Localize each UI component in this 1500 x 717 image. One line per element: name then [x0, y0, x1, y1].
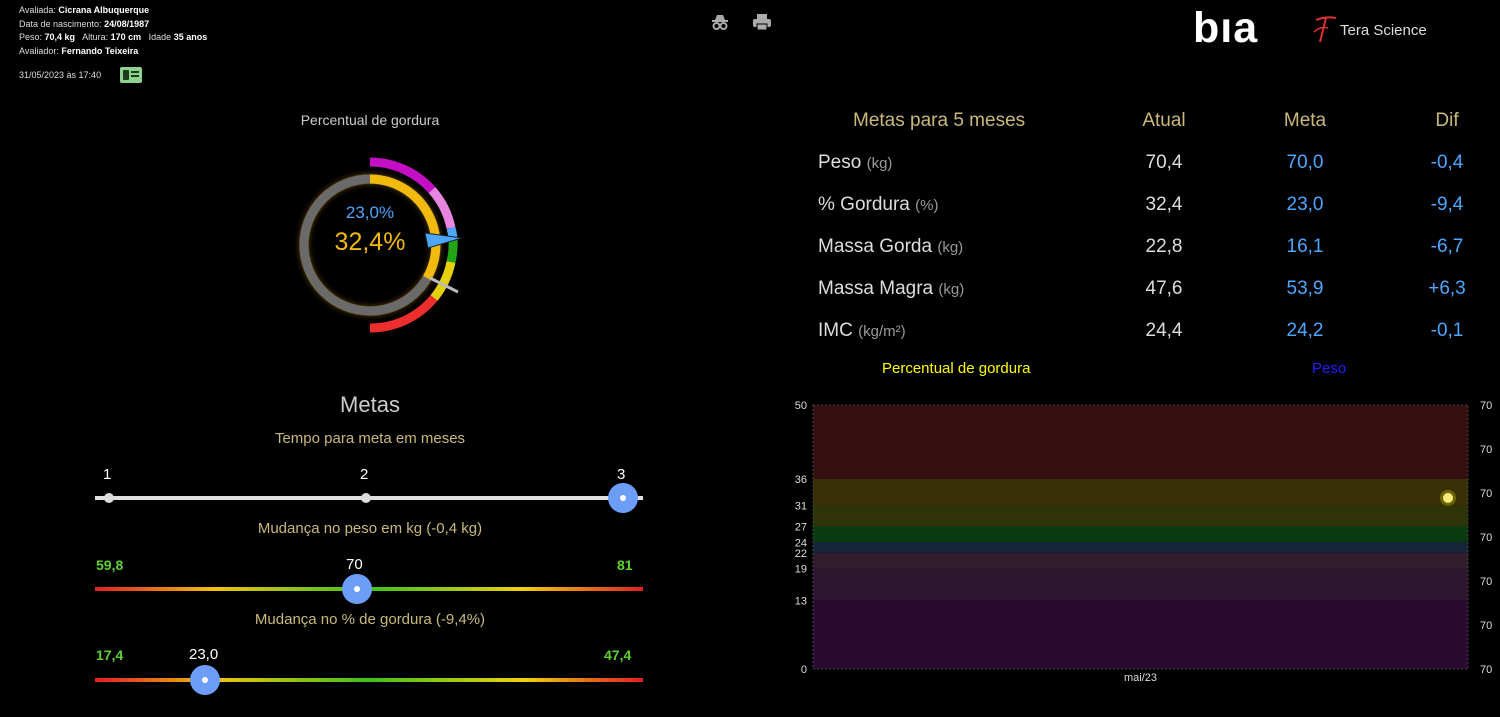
gordura-min: 17,4: [96, 647, 124, 663]
y-left-tick-label: 19: [795, 564, 807, 576]
goals-row-atual: 24,4: [1145, 320, 1183, 341]
evaluator-name: Fernando Teixeira: [61, 45, 139, 56]
tera-science-logo-mark: [1312, 14, 1338, 44]
goals-row-meta: 24,2: [1286, 320, 1324, 341]
tempo-label: Tempo para meta em meses: [274, 430, 466, 447]
y-left-tick-label: 22: [795, 548, 807, 560]
peso-max: 81: [617, 557, 633, 573]
goals-row-label: % Gordura (%): [818, 194, 939, 215]
chart-band: [813, 552, 1468, 569]
goals-row-label: Massa Magra (kg): [818, 278, 965, 299]
tempo-tick-3: 3: [617, 466, 626, 483]
y-left-tick-label: 13: [795, 595, 807, 607]
y-left-tick-label: 36: [795, 474, 807, 486]
chart-band: [813, 526, 1468, 543]
tempo-tick-2: 2: [360, 466, 369, 483]
gordura-label: Mudança no % de gordura (-9,4%): [254, 611, 486, 628]
chart-band: [813, 600, 1468, 669]
gauge-target-value: 23,0%: [345, 203, 395, 222]
id-card-icon[interactable]: [120, 67, 142, 83]
y-right-tick-label: 70: [1480, 400, 1492, 412]
goals-row-atual: 47,6: [1145, 278, 1183, 299]
data-point-fat: [1443, 492, 1453, 503]
printer-icon[interactable]: [752, 12, 772, 32]
goals-row-label: Peso (kg): [818, 152, 893, 173]
goals-header-meta: Meta: [1283, 110, 1327, 131]
peso-slider-thumb[interactable]: [342, 574, 372, 604]
progress-chart: 0 13 19 22 24 27 31 36 50 70 70 70 70 70 70 70 mai/23: [780, 392, 1500, 692]
metas-title: Metas: [340, 392, 400, 417]
peso-min: 59,8: [96, 557, 124, 573]
y-left-tick-label: 27: [795, 521, 807, 533]
goals-row-dif: -0,1: [1430, 320, 1464, 341]
tempo-slider-thumb[interactable]: [608, 483, 638, 513]
gordura-max: 47,4: [604, 647, 632, 663]
gordura-slider-track[interactable]: [95, 678, 643, 682]
y-right-tick-label: 70: [1480, 620, 1492, 632]
y-left-tick-label: 50: [795, 400, 807, 412]
y-right-tick-label: 70: [1480, 488, 1492, 500]
goals-row-dif: -0,4: [1430, 152, 1464, 173]
chart-band: [813, 568, 1468, 601]
goals-row-label: IMC (kg/m²): [818, 320, 906, 341]
y-right-tick-label: 70: [1480, 664, 1492, 676]
goals-row-meta: 23,0: [1286, 194, 1324, 215]
tempo-slider-stop-1[interactable]: [104, 493, 114, 503]
chart-band: [813, 505, 1468, 527]
assessment-datetime: 31/05/2023 às 17:40: [19, 70, 102, 80]
y-left-tick-label: 0: [801, 664, 807, 676]
goals-row-dif: +6,3: [1428, 278, 1466, 299]
y-right-tick-label: 70: [1480, 532, 1492, 544]
y-right-tick-label: 70: [1480, 576, 1492, 588]
goals-row-label: Massa Gorda (kg): [818, 236, 964, 257]
legend-fat-percent[interactable]: Percentual de gordura: [882, 360, 1030, 377]
goals-header-dif: Dif: [1435, 110, 1459, 131]
goals-header-atual: Atual: [1142, 110, 1186, 131]
chart-band: [813, 478, 1468, 506]
patient-info: Avaliada: Cicrana Albuquerque Data de na…: [19, 5, 208, 56]
bia-logo: bıa: [1193, 4, 1259, 52]
y-left-tick-label: 31: [795, 500, 807, 512]
patient-name: Cicrana Albuquerque: [58, 5, 150, 15]
gordura-slider-thumb[interactable]: [190, 665, 220, 695]
goals-row-atual: 70,4: [1145, 152, 1183, 173]
tempo-tick-1: 1: [103, 466, 112, 483]
y-right-tick-label: 70: [1480, 444, 1492, 456]
goals-row-dif: -9,4: [1430, 194, 1464, 215]
goals-row-meta: 70,0: [1286, 152, 1324, 173]
x-tick-label: mai/23: [1124, 672, 1157, 684]
goals-row-atual: 22,8: [1145, 236, 1183, 257]
chart-band: [813, 405, 1468, 479]
chart-band: [813, 542, 1468, 553]
gauge-current-value: 32,4%: [334, 228, 406, 256]
incognito-icon[interactable]: [710, 12, 730, 32]
goals-row-meta: 16,1: [1286, 236, 1324, 257]
peso-value: 70: [346, 556, 363, 573]
birth-date: 24/08/1987: [104, 18, 150, 29]
tempo-slider-stop-2[interactable]: [361, 493, 371, 503]
goals-row-atual: 32,4: [1145, 194, 1183, 215]
gordura-value: 23,0: [189, 646, 219, 663]
y-left-tick-label: 24: [795, 537, 807, 549]
gauge-title: Percentual de gordura: [300, 112, 440, 128]
goals-row-dif: -6,7: [1430, 236, 1464, 257]
legend-weight[interactable]: Peso: [1312, 360, 1346, 377]
goals-header-title: Metas para 5 meses: [853, 110, 1026, 131]
goals-row-meta: 53,9: [1286, 278, 1324, 299]
peso-label: Mudança no peso em kg (-0,4 kg): [257, 520, 483, 537]
tera-science-logo: Tera Science: [1340, 22, 1427, 39]
